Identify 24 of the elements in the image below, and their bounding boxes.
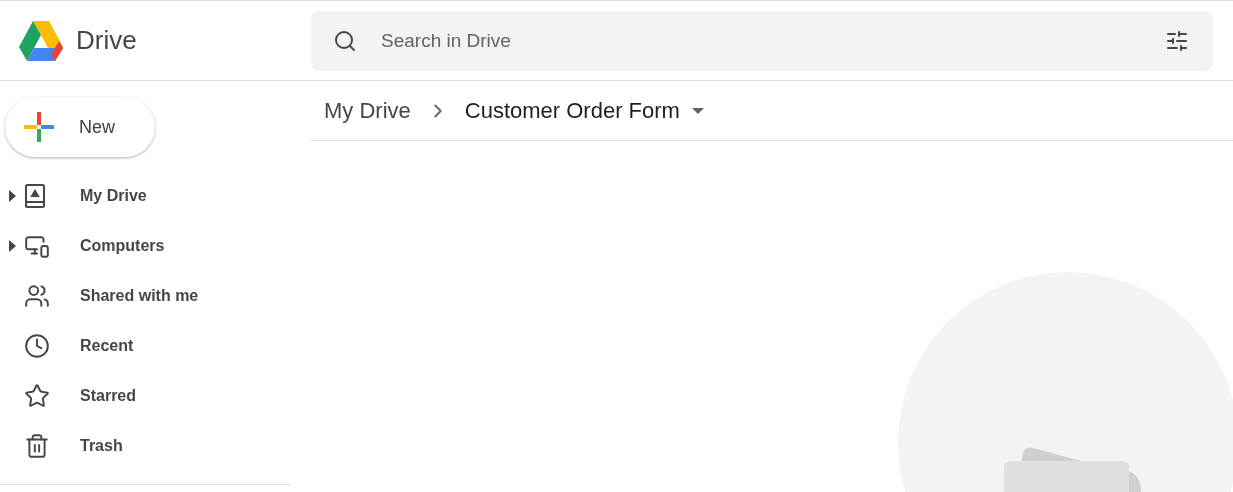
computers-icon <box>24 233 50 259</box>
expand-arrow-icon[interactable] <box>8 240 16 252</box>
drive-logo-icon <box>17 18 65 63</box>
people-icon <box>24 283 50 309</box>
trash-icon <box>24 433 50 459</box>
nav-item[interactable]: Recent <box>80 334 134 358</box>
filter-icon[interactable] <box>1165 28 1189 53</box>
plus-icon <box>24 112 54 142</box>
nav-item[interactable]: Computers <box>80 234 165 258</box>
nav-item[interactable]: My Drive <box>80 184 147 208</box>
expand-arrow-icon[interactable] <box>8 190 16 202</box>
search-icon[interactable] <box>333 28 357 53</box>
nav-item[interactable]: Shared with me <box>80 284 199 308</box>
nav-item[interactable]: Starred <box>80 384 137 408</box>
search-field[interactable]: Search in Drive <box>311 10 1213 71</box>
breadcrumb-item[interactable]: Customer Order Form <box>464 94 680 127</box>
clock-icon <box>24 333 50 359</box>
dropdown-caret-icon[interactable] <box>691 107 704 114</box>
app-name: Drive <box>76 24 137 57</box>
star-icon <box>24 383 50 409</box>
breadcrumb-item[interactable]: My Drive <box>324 94 411 127</box>
nav-item[interactable]: Trash <box>80 434 123 458</box>
new-button[interactable]: New <box>5 97 155 157</box>
drive-folder-icon <box>24 184 46 208</box>
